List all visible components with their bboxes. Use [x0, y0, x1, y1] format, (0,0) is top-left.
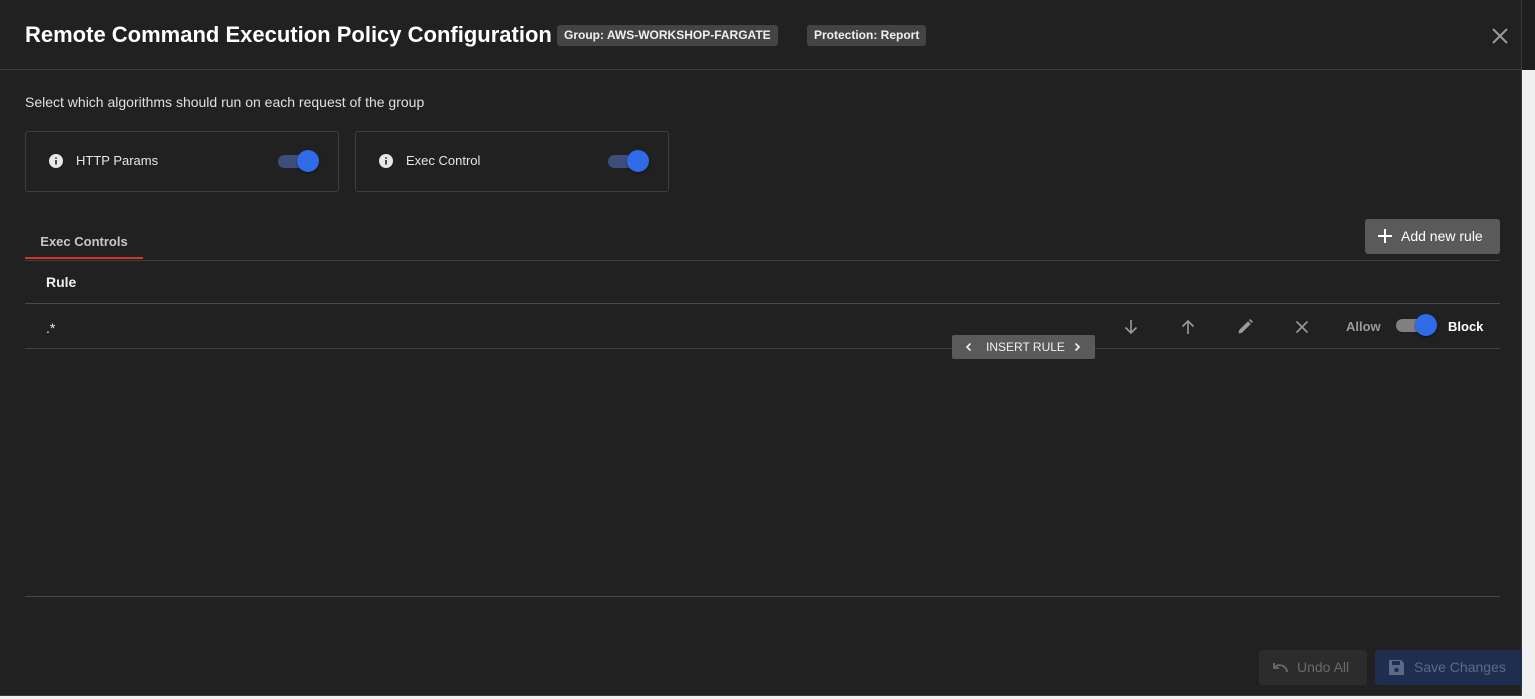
algorithm-label: Exec Control	[406, 153, 481, 168]
divider	[25, 260, 1500, 261]
http-params-toggle[interactable]	[278, 150, 320, 172]
move-up-icon[interactable]	[1179, 318, 1197, 336]
chevron-left-icon	[963, 341, 975, 353]
undo-icon	[1271, 659, 1289, 677]
insert-rule-button[interactable]: INSERT RULE	[952, 335, 1095, 359]
column-header-rule: Rule	[46, 274, 77, 290]
rule-pattern: .*	[46, 320, 56, 336]
undo-all-button[interactable]: Undo All	[1259, 650, 1367, 685]
close-icon[interactable]	[1489, 25, 1511, 47]
chevron-right-icon	[1071, 341, 1083, 353]
save-changes-label: Save Changes	[1414, 659, 1506, 675]
add-new-rule-button[interactable]: Add new rule	[1365, 219, 1500, 254]
algorithm-card-exec-control: Exec Control	[355, 131, 669, 192]
add-new-rule-label: Add new rule	[1401, 228, 1483, 244]
save-icon	[1388, 659, 1405, 676]
plus-icon	[1377, 228, 1393, 244]
undo-all-label: Undo All	[1297, 659, 1350, 675]
algorithm-card-http-params: HTTP Params	[25, 131, 339, 192]
dialog-title: Remote Command Execution Policy Configur…	[25, 22, 552, 47]
group-chip: Group: AWS-WORKSHOP-FARGATE	[557, 25, 778, 46]
save-changes-button[interactable]: Save Changes	[1375, 650, 1535, 685]
policy-dialog: Remote Command Execution Policy Configur…	[0, 0, 1535, 696]
divider	[25, 596, 1500, 597]
info-icon[interactable]	[49, 154, 63, 168]
divider	[25, 303, 1500, 304]
dialog-header: Remote Command Execution Policy Configur…	[0, 0, 1522, 70]
edit-icon[interactable]	[1236, 318, 1254, 336]
move-down-icon[interactable]	[1122, 318, 1140, 336]
info-icon[interactable]	[379, 154, 393, 168]
allow-block-toggle[interactable]	[1396, 314, 1438, 336]
allow-label: Allow	[1346, 319, 1381, 334]
protection-chip: Protection: Report	[807, 25, 927, 46]
block-label: Block	[1448, 319, 1484, 334]
insert-rule-label: INSERT RULE	[986, 340, 1065, 354]
scrollbar[interactable]	[1522, 70, 1535, 699]
divider	[25, 348, 1500, 349]
algorithm-label: HTTP Params	[76, 153, 159, 168]
delete-icon[interactable]	[1293, 318, 1311, 336]
algorithms-description: Select which algorithms should run on ea…	[25, 94, 425, 110]
exec-control-toggle[interactable]	[608, 150, 650, 172]
tab-exec-controls[interactable]: Exec Controls	[25, 226, 143, 259]
